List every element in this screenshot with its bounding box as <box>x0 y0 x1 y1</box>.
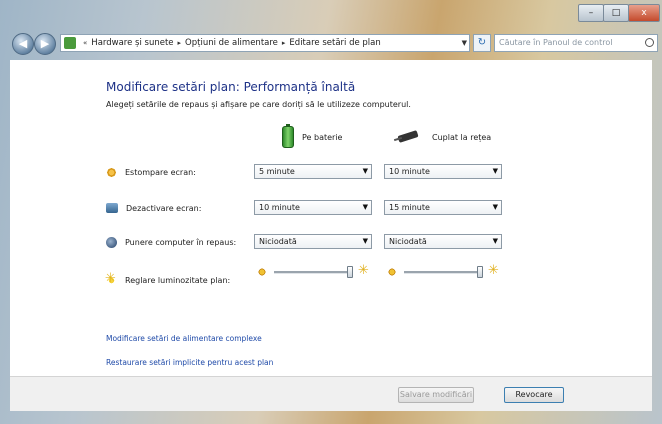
chevron-down-icon: ▼ <box>492 237 498 245</box>
forward-button[interactable]: ▶ <box>34 33 56 55</box>
page-subtitle: Alegeți setările de repaus și afișare pe… <box>106 100 411 109</box>
refresh-button[interactable]: ↻ <box>473 34 491 52</box>
breadcrumb-edit-plan[interactable]: Editare setări de plan <box>289 38 380 48</box>
minimize-button[interactable]: – <box>578 4 604 22</box>
search-input[interactable]: Căutare în Panoul de control <box>494 34 658 52</box>
advanced-power-settings-link[interactable]: Modificare setări de alimentare complexe <box>106 334 262 343</box>
setting-row-turn-off-display: Dezactivare ecran: <box>106 200 201 216</box>
select-value: 10 minute <box>259 203 300 212</box>
save-changes-button[interactable]: Salvare modificări <box>398 387 474 403</box>
search-icon[interactable] <box>645 38 654 47</box>
setting-row-sleep: Punere computer în repaus: <box>106 234 236 250</box>
brightness-high-icon: ✳ <box>488 263 499 278</box>
cancel-button[interactable]: Revocare <box>504 387 564 403</box>
select-value: Niciodată <box>259 237 297 246</box>
slider-thumb[interactable] <box>347 266 353 278</box>
column-header-plugged-label: Cuplat la rețea <box>432 132 492 142</box>
slider-thumb[interactable] <box>477 266 483 278</box>
turn-off-display-battery-select[interactable]: 10 minute ▼ <box>254 200 372 215</box>
sleep-battery-select[interactable]: Niciodată ▼ <box>254 234 372 249</box>
chevron-down-icon: ▼ <box>362 167 368 175</box>
setting-label: Punere computer în repaus: <box>125 237 237 247</box>
chevron-down-icon: ▼ <box>362 237 368 245</box>
breadcrumb-separator-icon[interactable]: ▸ <box>178 39 182 47</box>
button-bar: Salvare modificări Revocare <box>10 376 652 411</box>
display-off-icon <box>106 203 118 213</box>
brightness-low-icon <box>388 268 396 276</box>
slider-track[interactable] <box>404 271 480 274</box>
back-button[interactable]: ◀ <box>12 33 34 55</box>
breadcrumb-separator-icon[interactable]: ▸ <box>282 39 286 47</box>
breadcrumb-power-options[interactable]: Opțiuni de alimentare <box>185 38 278 48</box>
battery-icon <box>282 124 294 148</box>
setting-row-brightness: Reglare luminozitate plan: <box>105 271 231 288</box>
brightness-high-icon: ✳ <box>358 263 369 278</box>
column-header-battery: Pe baterie <box>282 124 343 148</box>
maximize-button[interactable]: □ <box>603 4 629 22</box>
brightness-battery-slider[interactable]: ✳ <box>258 263 376 278</box>
select-value: Niciodată <box>389 237 427 246</box>
address-bar[interactable]: « Hardware și sunete ▸ Opțiuni de alimen… <box>60 34 470 52</box>
column-header-plugged: Cuplat la rețea <box>394 126 491 148</box>
brightness-icon <box>105 271 117 286</box>
chevron-down-icon: ▼ <box>492 203 498 211</box>
chevron-down-icon: ▼ <box>362 203 368 211</box>
setting-row-dim-display: Estompare ecran: <box>106 164 196 180</box>
setting-label: Reglare luminozitate plan: <box>125 275 231 285</box>
title-bar: – □ x <box>0 0 662 32</box>
page-title: Modificare setări plan: Performanță înal… <box>106 80 356 94</box>
dim-display-battery-select[interactable]: 5 minute ▼ <box>254 164 372 179</box>
dim-display-plugged-select[interactable]: 10 minute ▼ <box>384 164 502 179</box>
setting-label: Dezactivare ecran: <box>126 203 202 213</box>
column-header-battery-label: Pe baterie <box>302 132 343 142</box>
root-chevron-icon[interactable]: « <box>83 39 87 47</box>
chevron-down-icon: ▼ <box>492 167 498 175</box>
restore-defaults-link[interactable]: Restaurare setări implicite pentru acest… <box>106 358 273 367</box>
sleep-icon <box>106 236 117 248</box>
select-value: 15 minute <box>389 203 430 212</box>
brightness-low-icon <box>258 268 266 276</box>
sleep-plugged-select[interactable]: Niciodată ▼ <box>384 234 502 249</box>
dim-display-icon <box>106 166 117 178</box>
search-placeholder: Căutare în Panoul de control <box>499 38 613 47</box>
setting-label: Estompare ecran: <box>125 167 196 177</box>
close-button[interactable]: x <box>628 4 660 22</box>
slider-track[interactable] <box>274 271 350 274</box>
control-panel-icon <box>64 37 76 49</box>
select-value: 5 minute <box>259 167 295 176</box>
select-value: 10 minute <box>389 167 430 176</box>
brightness-plugged-slider[interactable]: ✳ <box>388 263 506 278</box>
breadcrumb-hardware[interactable]: Hardware și sunete <box>91 38 173 48</box>
turn-off-display-plugged-select[interactable]: 15 minute ▼ <box>384 200 502 215</box>
content-pane: Modificare setări plan: Performanță înal… <box>10 60 652 376</box>
address-dropdown-icon[interactable]: ▼ <box>462 35 467 51</box>
power-plug-icon <box>394 132 424 142</box>
navigation-bar: ◀ ▶ « Hardware și sunete ▸ Opțiuni de al… <box>8 32 658 56</box>
